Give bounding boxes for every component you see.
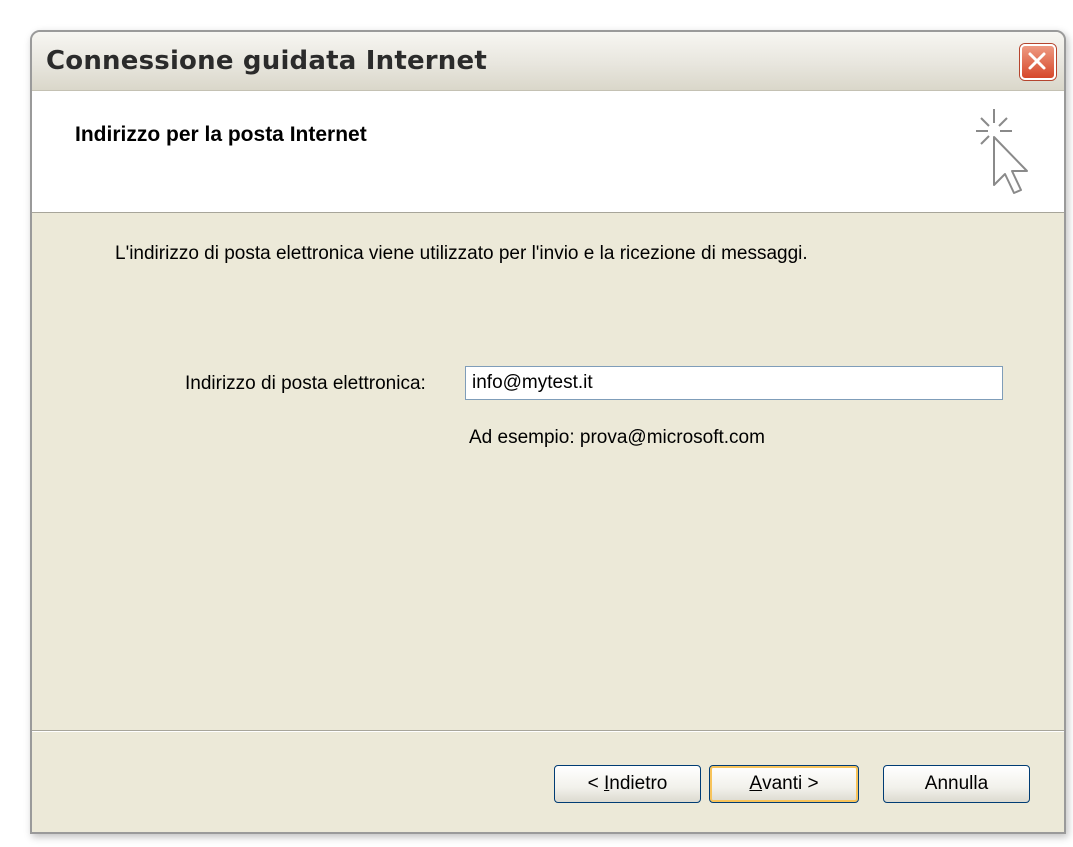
cancel-button-label: Annulla: [924, 773, 989, 794]
description-text: L'indirizzo di posta elettronica viene u…: [115, 243, 808, 264]
separator: [32, 730, 1064, 732]
title-bar[interactable]: Connessione guidata Internet: [32, 32, 1064, 91]
wizard-header: Indirizzo per la posta Internet: [32, 91, 1064, 213]
back-button-prefix: <: [587, 773, 604, 794]
page-title: Indirizzo per la posta Internet: [75, 123, 367, 146]
next-button-label: vanti >: [762, 773, 819, 794]
window-title: Connessione guidata Internet: [46, 46, 487, 76]
back-button[interactable]: < Indietro: [554, 765, 701, 803]
cancel-button[interactable]: Annulla: [883, 765, 1030, 803]
wizard-cursor-icon: [976, 109, 1028, 194]
close-button[interactable]: [1020, 44, 1056, 80]
next-button[interactable]: Avanti >: [709, 765, 859, 803]
example-hint: Ad esempio: prova@microsoft.com: [469, 427, 765, 448]
next-button-mnemonic: A: [749, 773, 763, 794]
close-icon: [1028, 52, 1046, 70]
wizard-window: Connessione guidata Internet Indirizzo p…: [30, 30, 1066, 834]
wizard-body: L'indirizzo di posta elettronica viene u…: [32, 213, 1064, 832]
back-button-label: ndietro: [609, 773, 668, 794]
email-label: Indirizzo di posta elettronica:: [185, 373, 426, 394]
email-field[interactable]: [465, 366, 1003, 400]
